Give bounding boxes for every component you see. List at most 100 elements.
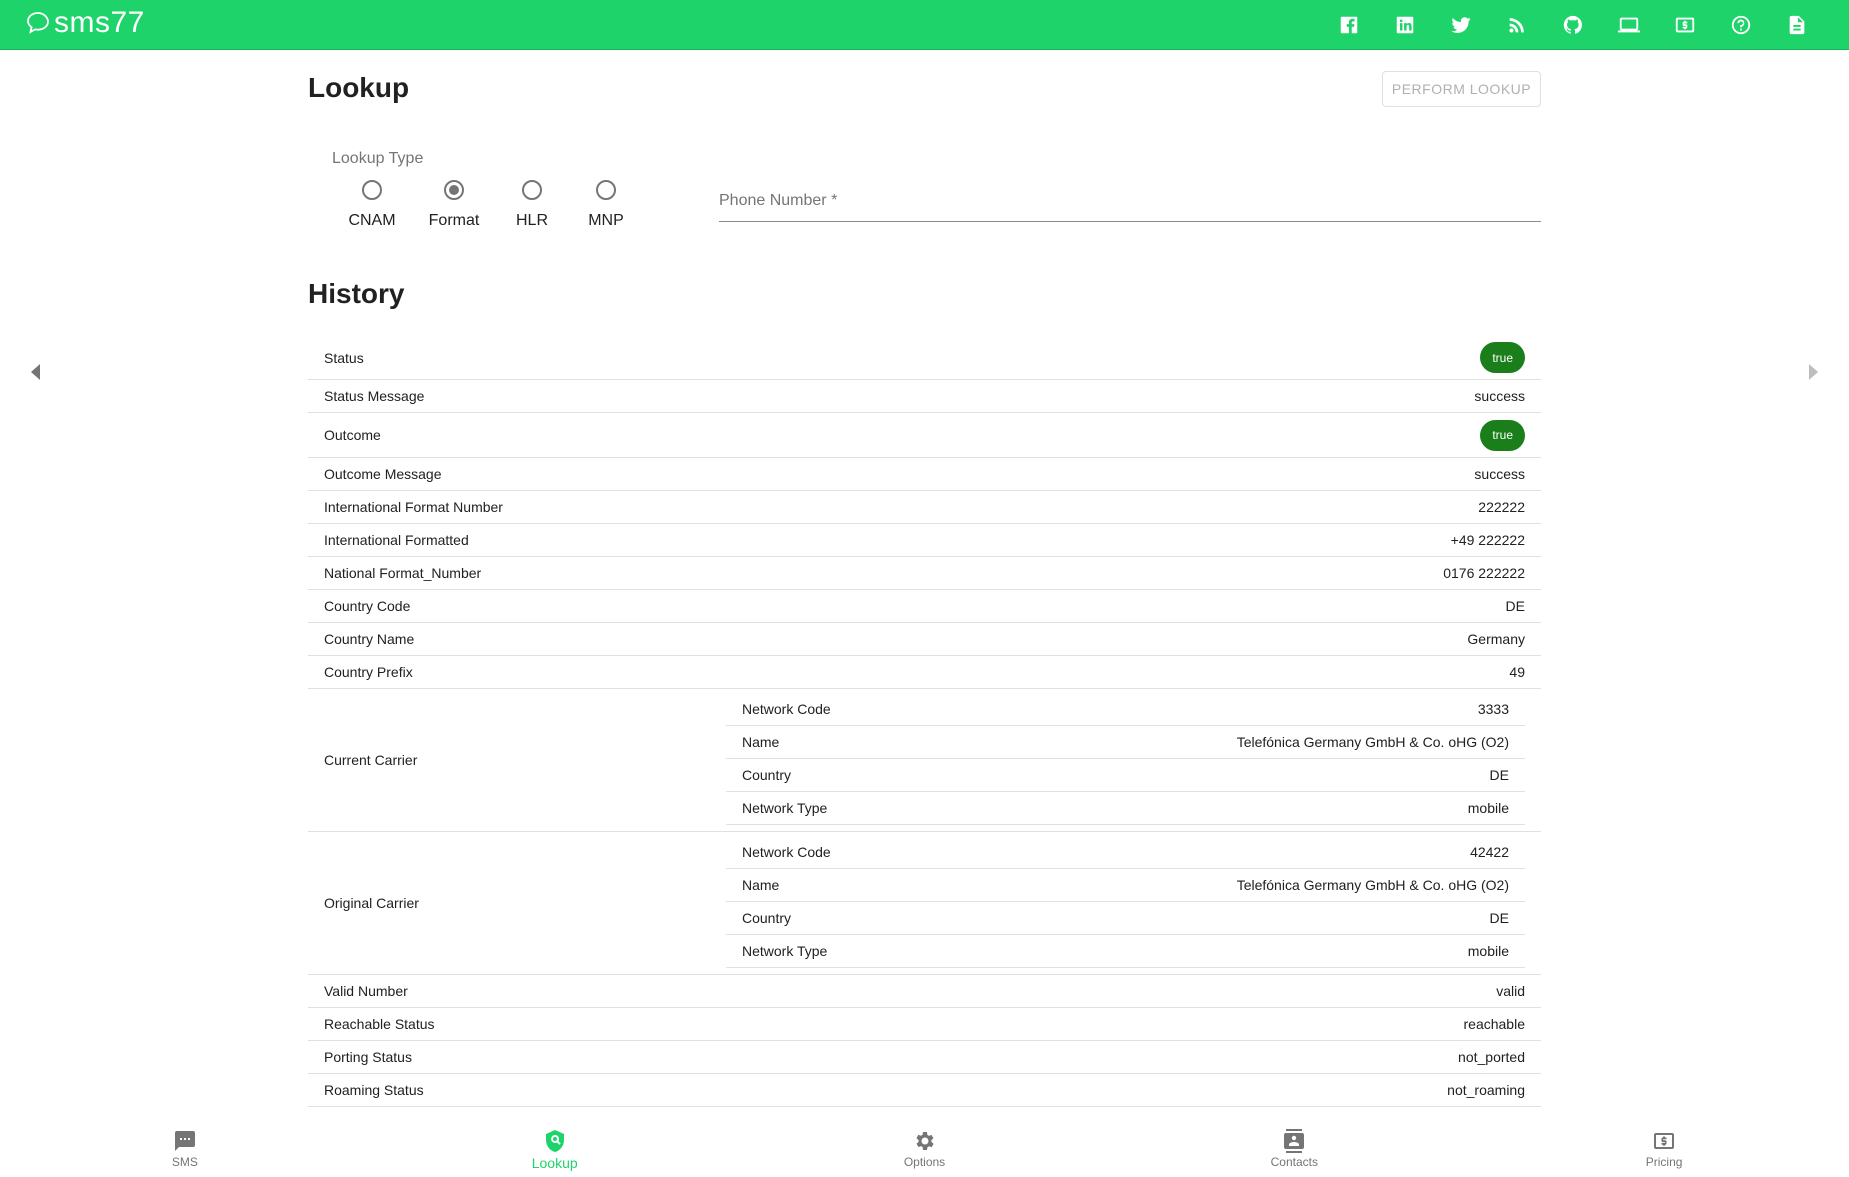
top-icon-bar xyxy=(1321,0,1825,50)
table-row: Valid Number valid xyxy=(308,975,1541,1008)
radio-circle[interactable] xyxy=(596,180,616,200)
brand-name: sms77 xyxy=(54,6,145,39)
sub-label: Country xyxy=(742,910,792,926)
table-row: Status true xyxy=(308,336,1541,380)
row-label: Roaming Status xyxy=(324,1082,424,1098)
radio-label: MNP xyxy=(588,212,624,229)
table-row: Outcome Message success xyxy=(308,458,1541,491)
sub-label: Name xyxy=(742,734,780,750)
table-row: Country Name Germany xyxy=(308,623,1541,656)
sms-icon xyxy=(174,1131,195,1151)
sub-value: 3333 xyxy=(1477,701,1509,717)
sub-label: Network Type xyxy=(742,800,828,816)
radio-format[interactable]: Format xyxy=(414,178,494,230)
sub-value: DE xyxy=(1489,767,1509,783)
chat-bubble-icon xyxy=(27,12,49,34)
sub-label: Network Type xyxy=(742,943,828,959)
row-label: Country Name xyxy=(324,631,415,647)
lookup-type-radio-group: CNAM Format HLR MNP xyxy=(332,178,646,230)
radio-circle-checked[interactable] xyxy=(444,180,464,200)
phone-number-field[interactable]: Phone Number * xyxy=(719,188,1541,222)
original-carrier-details: Network Code 42422 Name Telefónica Germa… xyxy=(726,832,1541,974)
row-value: Germany xyxy=(1467,631,1525,647)
nav-lookup[interactable]: Lookup xyxy=(370,1117,740,1177)
row-label: Outcome xyxy=(324,427,381,443)
sub-label: Network Code xyxy=(742,701,831,717)
row-value: not_ported xyxy=(1458,1049,1525,1065)
radio-mnp[interactable]: MNP xyxy=(566,178,646,230)
table-row: Status Message success xyxy=(308,380,1541,413)
sub-row: Network Code 42422 xyxy=(726,836,1525,869)
row-label: Status xyxy=(324,349,364,366)
row-label: Status Message xyxy=(324,388,425,404)
row-label: Reachable Status xyxy=(324,1016,435,1032)
row-label: National Format_Number xyxy=(324,565,482,581)
row-label: Valid Number xyxy=(324,983,408,999)
row-label: Country Code xyxy=(324,598,411,614)
sub-value: Telefónica Germany GmbH & Co. oHG (O2) xyxy=(1236,877,1509,893)
radio-hlr[interactable]: HLR xyxy=(492,178,572,230)
row-value: reachable xyxy=(1463,1016,1526,1032)
row-value: not_roaming xyxy=(1447,1082,1525,1098)
help-icon[interactable] xyxy=(1713,0,1769,50)
laptop-icon[interactable] xyxy=(1601,0,1657,50)
lookup-type-label: Lookup Type xyxy=(332,150,424,167)
nav-sms[interactable]: SMS xyxy=(0,1117,370,1177)
table-row: Reachable Status reachable xyxy=(308,1008,1541,1041)
row-value: success xyxy=(1474,466,1525,482)
sub-row: Name Telefónica Germany GmbH & Co. oHG (… xyxy=(726,726,1525,759)
sub-value: 42422 xyxy=(1470,844,1509,860)
previous-arrow-icon[interactable] xyxy=(26,360,46,384)
status-badge: true xyxy=(1480,342,1525,373)
row-label: Porting Status xyxy=(324,1049,412,1065)
row-value: 49 xyxy=(1509,664,1525,680)
nav-pricing[interactable]: Pricing xyxy=(1479,1117,1849,1177)
row-value: 0176 222222 xyxy=(1443,565,1525,581)
radio-circle[interactable] xyxy=(522,180,542,200)
row-value: valid xyxy=(1496,983,1525,999)
row-value: +49 222222 xyxy=(1450,532,1525,548)
nav-label: Options xyxy=(903,1155,946,1169)
row-value: 222222 xyxy=(1478,499,1525,515)
outcome-badge: true xyxy=(1480,419,1525,451)
perform-lookup-button[interactable]: PERFORM LOOKUP xyxy=(1382,71,1541,107)
linkedin-icon[interactable] xyxy=(1377,0,1433,50)
radio-label: Format xyxy=(428,212,480,229)
pricing-icon xyxy=(1654,1133,1675,1149)
radio-circle[interactable] xyxy=(362,180,382,200)
sub-label: Network Code xyxy=(742,844,831,860)
facebook-icon[interactable] xyxy=(1321,0,1377,50)
radio-cnam[interactable]: CNAM xyxy=(332,178,412,230)
sub-row: Network Code 3333 xyxy=(726,693,1525,726)
github-icon[interactable] xyxy=(1545,0,1601,50)
table-row: Roaming Status not_roaming xyxy=(308,1074,1541,1107)
nav-options[interactable]: Options xyxy=(740,1117,1110,1177)
row-label: Original Carrier xyxy=(324,895,419,911)
sub-row: Name Telefónica Germany GmbH & Co. oHG (… xyxy=(726,869,1525,902)
radio-label: HLR xyxy=(515,212,548,229)
brand-logo[interactable]: sms77 xyxy=(24,6,145,40)
history-table: Status true Status Message success Outco… xyxy=(308,336,1541,1107)
row-label: International Format Number xyxy=(324,499,503,515)
twitter-icon[interactable] xyxy=(1433,0,1489,50)
table-row: Porting Status not_ported xyxy=(308,1041,1541,1074)
rss-icon[interactable] xyxy=(1489,0,1545,50)
next-arrow-icon[interactable] xyxy=(1803,360,1823,384)
table-row: Country Code DE xyxy=(308,590,1541,623)
table-row: Country Prefix 49 xyxy=(308,656,1541,689)
document-icon[interactable] xyxy=(1769,0,1825,50)
gear-icon xyxy=(916,1132,935,1150)
row-value: DE xyxy=(1505,598,1525,614)
pricing-icon[interactable] xyxy=(1657,0,1713,50)
phone-number-placeholder: Phone Number * xyxy=(719,192,838,209)
sub-row: Country DE xyxy=(726,902,1525,935)
row-label: Country Prefix xyxy=(324,664,413,680)
table-row: Outcome true xyxy=(308,413,1541,458)
current-carrier-row: Current Carrier Network Code 3333 Name T… xyxy=(308,689,1541,832)
table-row: National Format_Number 0176 222222 xyxy=(308,557,1541,590)
nav-label: Pricing xyxy=(1645,1155,1683,1169)
row-label: International Formatted xyxy=(324,532,469,548)
sub-value: mobile xyxy=(1467,943,1509,959)
nav-contacts[interactable]: Contacts xyxy=(1109,1117,1479,1177)
original-carrier-row: Original Carrier Network Code 42422 Name… xyxy=(308,832,1541,975)
